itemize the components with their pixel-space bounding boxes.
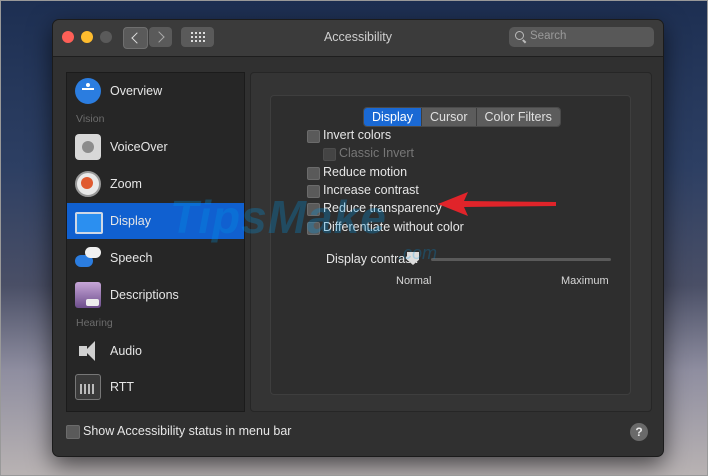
sidebar-item-voiceover[interactable]: VoiceOver <box>67 129 244 165</box>
sidebar-item-label: Display <box>110 214 151 228</box>
option-label: Invert colors <box>323 128 392 142</box>
slider-max-label: Maximum <box>561 275 609 287</box>
voiceover-icon <box>75 134 101 160</box>
option-label: Classic Invert <box>339 146 415 160</box>
sidebar-section-header: Hearing <box>76 317 113 329</box>
option-label: Reduce motion <box>323 165 408 179</box>
slider-min-label: Normal <box>396 275 432 287</box>
sidebar-item-audio[interactable]: Audio <box>67 333 244 369</box>
tab-color-filters[interactable]: Color Filters <box>476 108 560 126</box>
watermark: TipsMake <box>170 191 387 243</box>
search-field[interactable]: Search <box>509 27 654 47</box>
checkbox[interactable] <box>307 130 320 143</box>
watermark-suffix: .com <box>398 243 438 263</box>
sidebar-item-label: VoiceOver <box>110 140 168 154</box>
checkbox[interactable] <box>307 167 320 180</box>
accessibility-icon <box>75 78 101 104</box>
sidebar-item-overview[interactable]: Overview <box>67 73 244 109</box>
sidebar-item-label: Audio <box>110 344 142 358</box>
tab-display[interactable]: Display <box>364 108 422 126</box>
help-button[interactable]: ? <box>630 423 648 441</box>
display-settings-box: Display Cursor Color Filters Invert colo… <box>270 95 631 395</box>
zoom-icon <box>75 171 101 197</box>
sidebar-item-label: Overview <box>110 84 163 98</box>
descriptions-icon <box>75 282 101 308</box>
rtt-phone-icon <box>75 374 101 400</box>
search-icon <box>515 31 524 40</box>
show-status-label: Show Accessibility status in menu bar <box>83 424 292 438</box>
sidebar-section-header: Vision <box>76 113 105 125</box>
tab-cursor[interactable]: Cursor <box>422 108 477 126</box>
show-status-checkbox[interactable] <box>66 425 80 439</box>
sidebar-item-rtt[interactable]: RTT <box>67 369 244 405</box>
search-placeholder: Search <box>530 30 567 42</box>
sidebar-item-label: Descriptions <box>110 288 179 302</box>
sidebar-item-descriptions[interactable]: Descriptions <box>67 277 244 313</box>
speech-icon <box>75 245 101 271</box>
speaker-icon <box>75 338 101 364</box>
sidebar-item-label: Zoom <box>110 177 142 191</box>
sidebar-item-label: Speech <box>110 251 153 265</box>
title-bar: Accessibility Search <box>53 20 663 57</box>
display-icon <box>75 212 103 234</box>
checkbox <box>323 148 336 161</box>
red-arrow-annotation <box>438 192 556 216</box>
sidebar-item-label: RTT <box>110 380 135 394</box>
display-contrast-slider[interactable] <box>431 258 611 261</box>
tab-bar: Display Cursor Color Filters <box>363 107 561 127</box>
sidebar-item-speech[interactable]: Speech <box>67 240 244 276</box>
